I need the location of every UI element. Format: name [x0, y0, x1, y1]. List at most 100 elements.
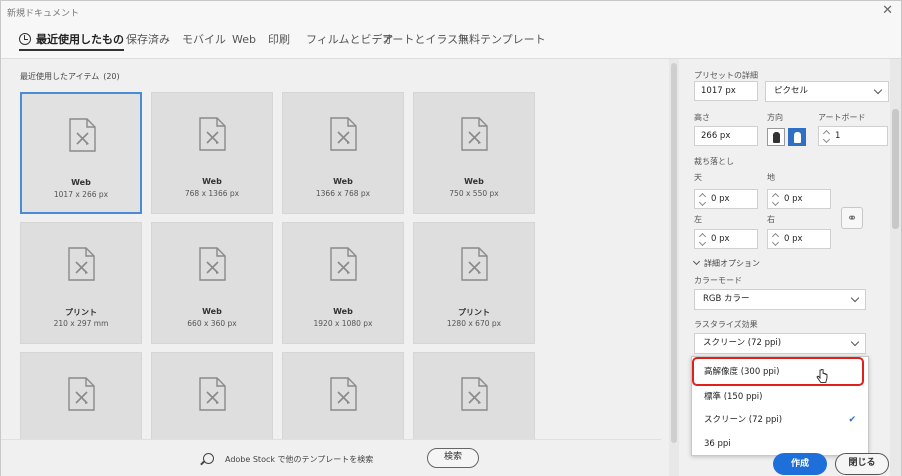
tab-web[interactable]: Web	[232, 31, 256, 51]
landscape-button[interactable]	[788, 128, 806, 146]
preset-card-size: 1280 x 670 px	[446, 319, 502, 328]
tab-free-templates[interactable]: 無料テンプレート	[458, 31, 546, 51]
document-icon	[330, 247, 357, 281]
bleed-right-label: 右	[767, 215, 775, 224]
bleed-bottom-input[interactable]: 0 px	[767, 189, 831, 209]
stepper-icon[interactable]	[771, 191, 780, 207]
portrait-button[interactable]	[767, 128, 785, 146]
preset-card-name: Web	[333, 307, 353, 316]
preset-card-size: 210 x 297 mm	[53, 319, 109, 328]
clock-icon	[19, 33, 31, 45]
color-mode-label: カラーモード	[694, 276, 742, 285]
artboard-label: アートボード	[818, 113, 866, 122]
highlight-annotation	[692, 357, 864, 386]
preset-card-name: Web	[464, 177, 484, 186]
preset-card[interactable]: Web 768 x 1366 px	[151, 92, 273, 214]
stock-search-bar: Adobe Stock で他のテンプレートを検索 検索	[1, 439, 661, 476]
color-mode-select[interactable]: RGB カラー	[694, 289, 866, 310]
preset-card-name: プリント	[458, 308, 490, 317]
close-button[interactable]: 閉じる	[835, 453, 889, 475]
document-icon	[330, 377, 357, 411]
tab-art-illustration[interactable]: アートとイラスト	[382, 31, 469, 51]
preset-card[interactable]: Web 750 x 550 px	[413, 92, 535, 214]
preset-card-name: Web	[202, 177, 222, 186]
panel-scrollbar[interactable]	[890, 59, 901, 476]
tab-film-video[interactable]: フィルムとビデオ	[306, 31, 394, 51]
search-icon	[203, 453, 214, 464]
title-bar: 新規ドキュメント ✕	[1, 1, 901, 23]
bleed-left-input[interactable]: 0 px	[694, 229, 758, 249]
unit-select[interactable]: ピクセル	[765, 81, 889, 102]
preset-card-size: 750 x 550 px	[449, 189, 499, 198]
option-medium-resolution[interactable]: 標準 (150 ppi)	[692, 386, 868, 408]
document-icon	[69, 118, 96, 152]
width-input[interactable]: 1017 px	[694, 81, 758, 101]
close-icon[interactable]: ✕	[882, 2, 893, 20]
bleed-top-label: 天	[694, 173, 702, 182]
document-icon	[199, 117, 226, 151]
option-screen-resolution[interactable]: スクリーン (72 ppi) ✔	[692, 409, 868, 431]
chevron-down-icon	[850, 293, 860, 303]
preset-card[interactable]: プリント 210 x 297 mm	[20, 222, 142, 344]
advanced-options-toggle[interactable]: 詳細オプション	[692, 257, 760, 269]
preset-card-size: 1920 x 1080 px	[313, 319, 373, 328]
chevron-down-icon	[873, 85, 883, 95]
preset-card-name: Web	[71, 178, 91, 187]
tab-mobile[interactable]: モバイル	[182, 31, 226, 51]
preset-card-size: 1366 x 768 px	[315, 189, 371, 198]
raster-effects-select[interactable]: スクリーン (72 ppi)	[694, 333, 866, 354]
preset-card[interactable]: Web 1920 x 1080 px	[282, 222, 404, 344]
recent-items-area: 最近使用したアイテム (20) Web 1017 x 266 px Web 768 x …	[1, 59, 669, 476]
document-icon	[199, 247, 226, 281]
preset-card[interactable]: Web 660 x 360 px	[151, 222, 273, 344]
document-icon	[461, 117, 488, 151]
bleed-label: 裁ち落とし	[694, 157, 734, 166]
check-icon: ✔	[848, 415, 856, 425]
preset-card[interactable]: Web 1017 x 266 px	[20, 92, 142, 214]
raster-effects-label: ラスタライズ効果	[694, 320, 758, 329]
preset-card[interactable]: Web 1366 x 768 px	[282, 92, 404, 214]
preset-card-size: 768 x 1366 px	[184, 189, 240, 198]
preset-grid: 最近使用したアイテム (20) Web 1017 x 266 px Web 768 x …	[1, 59, 669, 476]
bleed-left-label: 左	[694, 215, 702, 224]
bleed-bottom-label: 地	[767, 173, 775, 182]
stepper-icon[interactable]	[698, 191, 707, 207]
create-button[interactable]: 作成	[773, 453, 827, 475]
portrait-icon	[773, 132, 780, 143]
stepper-icon[interactable]	[822, 128, 831, 144]
preset-card-name: Web	[333, 177, 353, 186]
bleed-right-input[interactable]: 0 px	[767, 229, 831, 249]
orientation-label: 方向	[767, 113, 783, 122]
tab-saved[interactable]: 保存済み	[126, 31, 170, 51]
window-title: 新規ドキュメント	[7, 9, 80, 19]
bleed-top-input[interactable]: 0 px	[694, 189, 758, 209]
document-icon	[330, 117, 357, 151]
stepper-icon[interactable]	[698, 231, 707, 247]
link-icon[interactable]: ⚭	[841, 207, 863, 229]
preset-card-name: プリント	[65, 308, 97, 317]
stock-search-button[interactable]: 検索	[427, 448, 479, 468]
document-icon	[199, 377, 226, 411]
tab-recent[interactable]: 最近使用したもの	[19, 31, 124, 51]
option-36-ppi[interactable]: 36 ppi	[692, 433, 868, 455]
category-tabs: 最近使用したもの 保存済み モバイル Web 印刷 フィルムとビデオ アートとイ…	[1, 23, 901, 59]
preset-card-size: 1017 x 266 px	[53, 190, 109, 199]
recent-items-label: 最近使用したアイテム (20)	[20, 72, 120, 81]
chevron-down-icon	[692, 257, 701, 266]
grid-scrollbar[interactable]	[669, 59, 679, 476]
height-input[interactable]: 266 px	[694, 126, 758, 146]
document-icon	[461, 247, 488, 281]
stepper-icon[interactable]	[771, 231, 780, 247]
document-icon	[68, 377, 95, 411]
preset-details-header: プリセットの詳細	[694, 71, 758, 80]
landscape-icon	[794, 132, 801, 143]
document-icon	[461, 377, 488, 411]
stock-search-text: Adobe Stock で他のテンプレートを検索	[225, 455, 374, 464]
hand-cursor-icon	[816, 369, 828, 383]
tab-print[interactable]: 印刷	[268, 31, 290, 51]
preset-card[interactable]: プリント 1280 x 670 px	[413, 222, 535, 344]
document-icon	[68, 247, 95, 281]
chevron-down-icon	[850, 337, 860, 347]
preset-card-size: 660 x 360 px	[187, 319, 237, 328]
artboard-input[interactable]: 1	[818, 126, 888, 146]
